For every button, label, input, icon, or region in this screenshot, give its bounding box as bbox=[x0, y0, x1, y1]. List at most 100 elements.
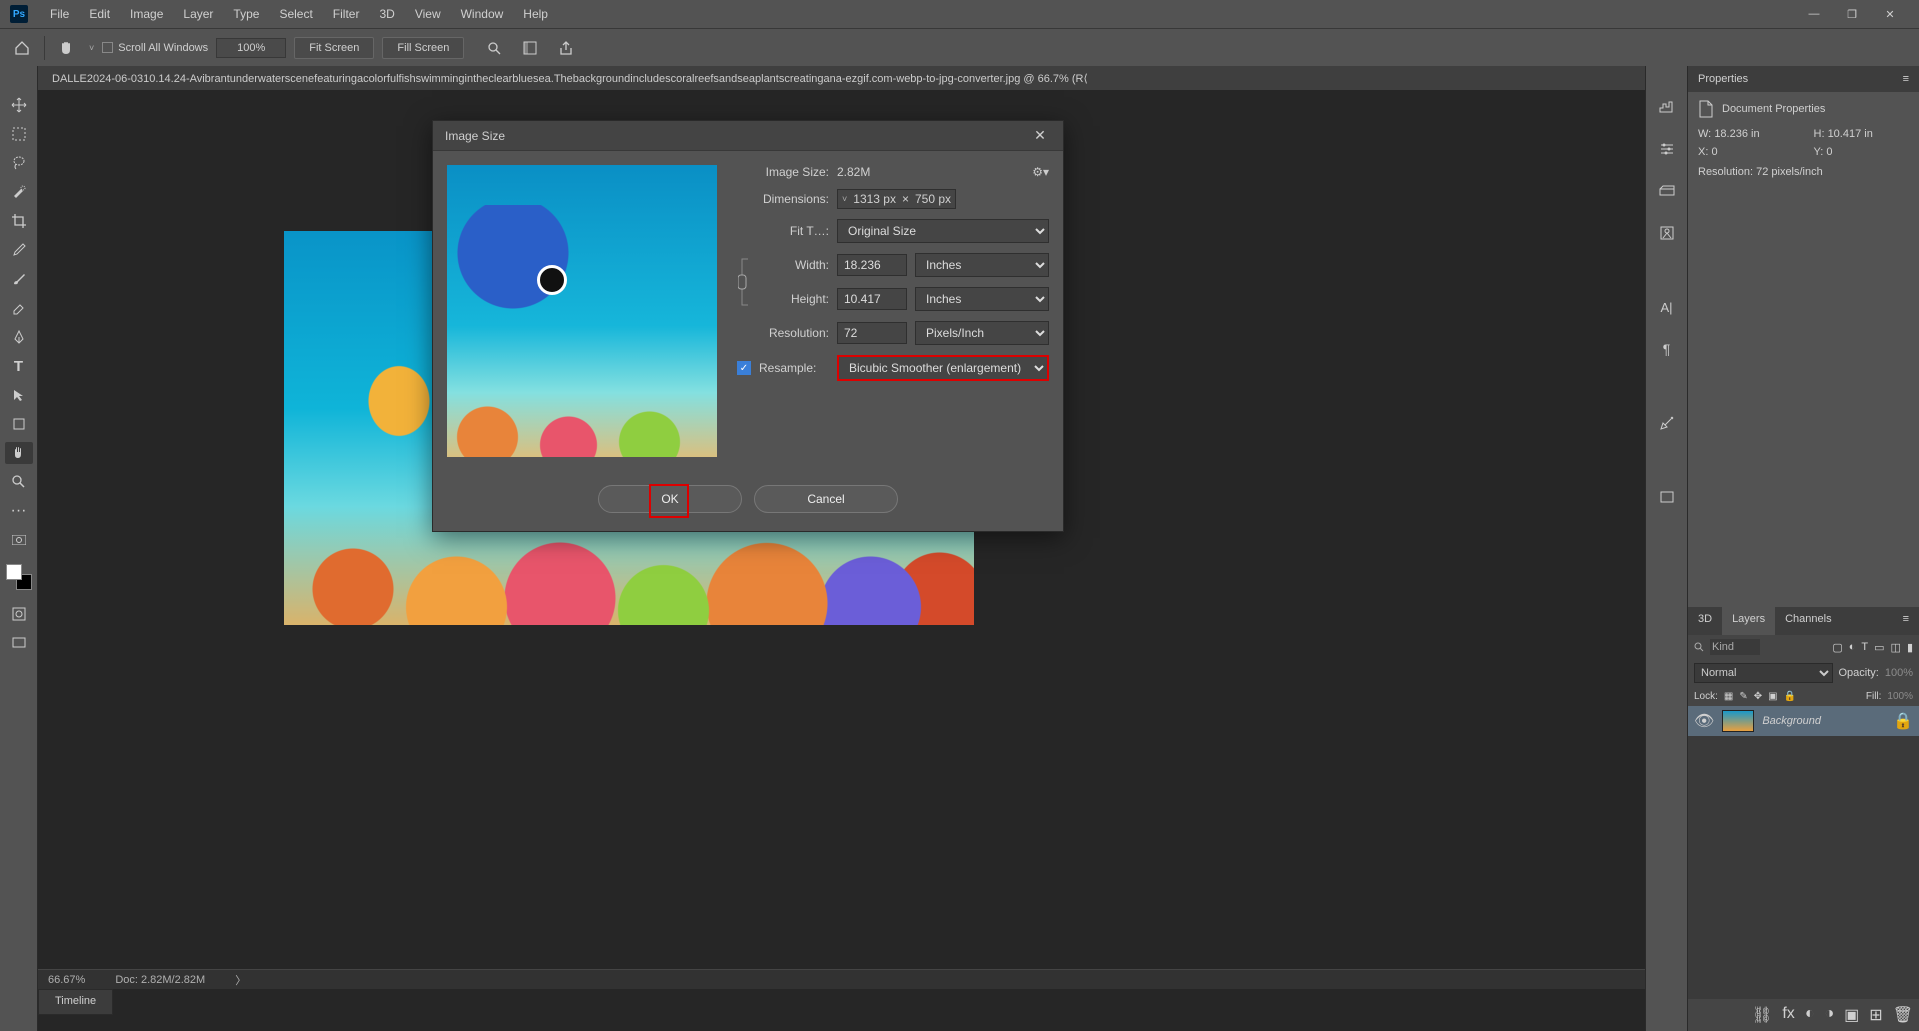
eyedropper-tool[interactable] bbox=[5, 239, 33, 261]
menu-filter[interactable]: Filter bbox=[323, 7, 370, 21]
tool-preset-chevron-icon[interactable]: ˅ bbox=[89, 43, 94, 53]
opacity-value[interactable]: 100% bbox=[1885, 667, 1913, 679]
home-icon[interactable] bbox=[8, 34, 36, 62]
scroll-all-windows-checkbox[interactable]: Scroll All Windows bbox=[102, 42, 208, 54]
filter-type-icon[interactable]: T bbox=[1861, 641, 1868, 653]
layer-background[interactable]: 👁 Background 🔒 bbox=[1688, 706, 1919, 736]
lock-all-icon[interactable]: 🔒 bbox=[1784, 691, 1796, 702]
marquee-tool[interactable] bbox=[5, 123, 33, 145]
timeline-panel-tab[interactable]: Timeline bbox=[38, 989, 113, 1015]
tab-3d[interactable]: 3D bbox=[1688, 607, 1722, 635]
layer-mask-icon[interactable]: ◐ bbox=[1805, 1005, 1815, 1025]
menu-select[interactable]: Select bbox=[269, 7, 322, 21]
menu-edit[interactable]: Edit bbox=[79, 7, 120, 21]
resample-method-select[interactable]: Bicubic Smoother (enlargement) bbox=[837, 355, 1049, 381]
filter-shape-icon[interactable]: ▭ bbox=[1874, 641, 1884, 654]
height-unit-select[interactable]: Inches bbox=[915, 287, 1049, 311]
layer-filter-input[interactable] bbox=[1710, 639, 1760, 655]
zoom-level[interactable]: 100% bbox=[216, 38, 286, 58]
search-icon[interactable] bbox=[1694, 642, 1704, 652]
document-tab[interactable]: DALLE2024-06-0310.14.24-Avibrantunderwat… bbox=[38, 66, 1645, 90]
dimensions-dropdown[interactable]: ˅ 1313 px × 750 px bbox=[837, 189, 956, 209]
layer-style-icon[interactable]: fx bbox=[1782, 1005, 1794, 1025]
layer-name[interactable]: Background bbox=[1762, 715, 1885, 727]
link-layers-icon[interactable]: ⛓ bbox=[1752, 1005, 1772, 1025]
styles-panel-icon[interactable] bbox=[1654, 180, 1680, 202]
foreground-color-swatch[interactable] bbox=[6, 564, 22, 580]
filter-toggle-icon[interactable]: ▮ bbox=[1907, 641, 1913, 654]
minimize-button[interactable]: — bbox=[1795, 2, 1833, 26]
menu-3d[interactable]: 3D bbox=[369, 7, 404, 21]
search-icon[interactable] bbox=[480, 34, 508, 62]
edit-toolbar-icon[interactable]: ··· bbox=[5, 500, 33, 522]
artboard-panel-icon[interactable] bbox=[1654, 486, 1680, 508]
resolution-input[interactable] bbox=[837, 322, 907, 344]
color-swatches[interactable] bbox=[6, 564, 32, 590]
gear-icon[interactable]: ⚙▾ bbox=[1032, 165, 1049, 179]
tab-layers[interactable]: Layers bbox=[1722, 607, 1775, 635]
resolution-unit-select[interactable]: Pixels/Inch bbox=[915, 321, 1049, 345]
filter-adjust-icon[interactable]: ◐ bbox=[1849, 641, 1856, 653]
layer-visibility-icon[interactable]: 👁 bbox=[1694, 711, 1714, 731]
menu-file[interactable]: File bbox=[40, 7, 79, 21]
status-chevron-icon[interactable]: 〉 bbox=[235, 972, 246, 988]
screen-mode[interactable] bbox=[5, 632, 33, 654]
fill-value[interactable]: 100% bbox=[1887, 691, 1913, 702]
histogram-panel-icon[interactable] bbox=[1654, 96, 1680, 118]
maximize-button[interactable]: ❐ bbox=[1833, 2, 1871, 26]
width-input[interactable] bbox=[837, 254, 907, 276]
fill-screen-button[interactable]: Fill Screen bbox=[382, 37, 464, 59]
layer-lock-icon[interactable]: 🔒 bbox=[1893, 711, 1913, 731]
status-zoom[interactable]: 66.67% bbox=[48, 974, 85, 986]
layer-thumbnail[interactable] bbox=[1722, 710, 1754, 732]
tab-channels[interactable]: Channels bbox=[1775, 607, 1841, 635]
group-icon[interactable]: ▣ bbox=[1844, 1005, 1859, 1025]
lasso-tool[interactable] bbox=[5, 152, 33, 174]
ok-button[interactable]: OK bbox=[598, 485, 742, 513]
path-selection-tool[interactable] bbox=[5, 384, 33, 406]
workspace-icon[interactable] bbox=[516, 34, 544, 62]
constrain-proportions-icon[interactable] bbox=[738, 255, 752, 309]
menu-image[interactable]: Image bbox=[120, 7, 173, 21]
filter-smart-icon[interactable]: ◫ bbox=[1891, 641, 1901, 654]
share-icon[interactable] bbox=[552, 34, 580, 62]
menu-help[interactable]: Help bbox=[513, 7, 558, 21]
lock-artboard-icon[interactable]: ▣ bbox=[1768, 691, 1777, 702]
adjustment-layer-icon[interactable]: ◑ bbox=[1824, 1005, 1834, 1025]
properties-panel-header[interactable]: Properties ≡ bbox=[1688, 66, 1919, 92]
crop-tool[interactable] bbox=[5, 210, 33, 232]
menu-view[interactable]: View bbox=[405, 7, 451, 21]
character-panel-icon[interactable]: A| bbox=[1654, 296, 1680, 318]
dialog-close-button[interactable]: ✕ bbox=[1029, 125, 1051, 147]
resample-checkbox[interactable]: ✓ bbox=[737, 361, 751, 375]
toolbar-quickmask-icon[interactable] bbox=[5, 529, 33, 551]
zoom-tool[interactable] bbox=[5, 471, 33, 493]
lock-paint-icon[interactable]: ✎ bbox=[1739, 691, 1747, 702]
menu-window[interactable]: Window bbox=[451, 7, 514, 21]
layers-panel-menu-icon[interactable]: ≡ bbox=[1893, 607, 1919, 635]
close-app-button[interactable]: ✕ bbox=[1871, 2, 1909, 26]
type-tool[interactable]: T bbox=[5, 355, 33, 377]
fit-screen-button[interactable]: Fit Screen bbox=[294, 37, 374, 59]
lock-position-icon[interactable]: ✥ bbox=[1754, 691, 1762, 702]
menu-layer[interactable]: Layer bbox=[173, 7, 223, 21]
fit-to-select[interactable]: Original Size bbox=[837, 219, 1049, 243]
paragraph-panel-icon[interactable]: ¶ bbox=[1654, 338, 1680, 360]
panel-menu-icon[interactable]: ≡ bbox=[1903, 73, 1909, 85]
pen-tool[interactable] bbox=[5, 326, 33, 348]
height-input[interactable] bbox=[837, 288, 907, 310]
lock-pixels-icon[interactable]: ▦ bbox=[1724, 691, 1733, 702]
move-tool[interactable] bbox=[5, 94, 33, 116]
dialog-titlebar[interactable]: Image Size ✕ bbox=[433, 121, 1063, 151]
new-layer-icon[interactable]: ⊞ bbox=[1869, 1005, 1882, 1025]
libraries-panel-icon[interactable] bbox=[1654, 222, 1680, 244]
blend-mode-select[interactable]: Normal bbox=[1694, 663, 1833, 683]
eraser-tool[interactable] bbox=[5, 297, 33, 319]
hand-tool-icon[interactable] bbox=[53, 34, 81, 62]
quick-mask-mode[interactable] bbox=[5, 603, 33, 625]
image-size-preview[interactable] bbox=[447, 165, 717, 457]
hand-tool[interactable] bbox=[5, 442, 33, 464]
delete-layer-icon[interactable]: 🗑 bbox=[1893, 1005, 1913, 1025]
quick-selection-tool[interactable] bbox=[5, 181, 33, 203]
shape-tool[interactable] bbox=[5, 413, 33, 435]
